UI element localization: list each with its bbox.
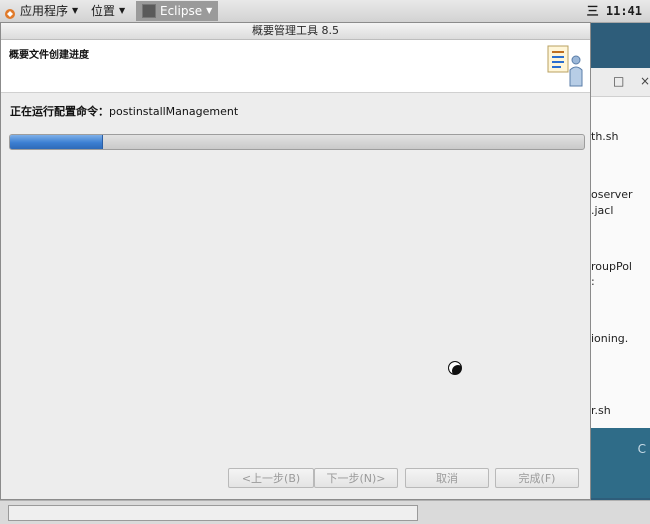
restore-icon[interactable]: □ (613, 74, 624, 88)
back-button[interactable]: <上一步(B) (228, 468, 314, 488)
next-button[interactable]: 下一步(N)> (314, 468, 398, 488)
cancel-button[interactable]: 取消 (405, 468, 489, 488)
places-label: 位置 (91, 4, 116, 18)
applications-menu[interactable]: 应用程序 ▼ (4, 0, 78, 22)
status-command: postinstallManagement (109, 105, 239, 118)
applications-icon (4, 5, 16, 19)
progress-fill (10, 135, 103, 149)
profile-management-dialog: 概要管理工具 8.5 概要文件创建进度 正在运行配置命令：postinstall… (0, 22, 591, 500)
chevron-down-icon: ▼ (72, 6, 79, 15)
taskbar-window-button[interactable] (8, 505, 418, 521)
chevron-down-icon: ▼ (119, 6, 126, 15)
desktop-area: C (584, 428, 650, 498)
clock[interactable]: 三 11:41 (587, 0, 642, 22)
wizard-icon (545, 44, 587, 88)
text-line: .jacl (591, 204, 614, 217)
close-icon[interactable]: × (640, 74, 650, 88)
text-line: roupPol (591, 260, 632, 273)
eclipse-label: Eclipse (160, 4, 203, 18)
eclipse-icon (142, 4, 156, 18)
applications-label: 应用程序 (20, 4, 69, 18)
finish-button[interactable]: 完成(F) (495, 468, 579, 488)
dialog-banner: 概要文件创建进度 (1, 40, 590, 93)
chevron-down-icon: ▼ (206, 6, 213, 15)
background-window-header: □ × (585, 68, 650, 97)
text-line: ioning. (591, 332, 629, 345)
text-line: r.sh (591, 404, 611, 417)
background-window: □ × th.sh oserver .jacl roupPol : ioning… (584, 68, 650, 428)
top-panel: 应用程序 ▼ 位置 ▼ Eclipse ▼ 三 11:41 (0, 0, 650, 23)
eclipse-app-menu[interactable]: Eclipse ▼ (136, 1, 219, 21)
dialog-titlebar[interactable]: 概要管理工具 8.5 (1, 23, 590, 40)
text-line: th.sh (591, 130, 619, 143)
bottom-panel (0, 500, 650, 524)
text-line: oserver (591, 188, 633, 201)
banner-title: 概要文件创建进度 (9, 50, 89, 61)
text-line: : (591, 275, 595, 288)
status-text: 正在运行配置命令：postinstallManagement (10, 103, 238, 119)
busy-cursor-icon (448, 361, 462, 375)
places-menu[interactable]: 位置 ▼ (91, 0, 125, 22)
background-glyph: C (637, 442, 646, 456)
status-label: 正在运行配置命令： (10, 105, 109, 118)
progress-bar (9, 134, 585, 150)
